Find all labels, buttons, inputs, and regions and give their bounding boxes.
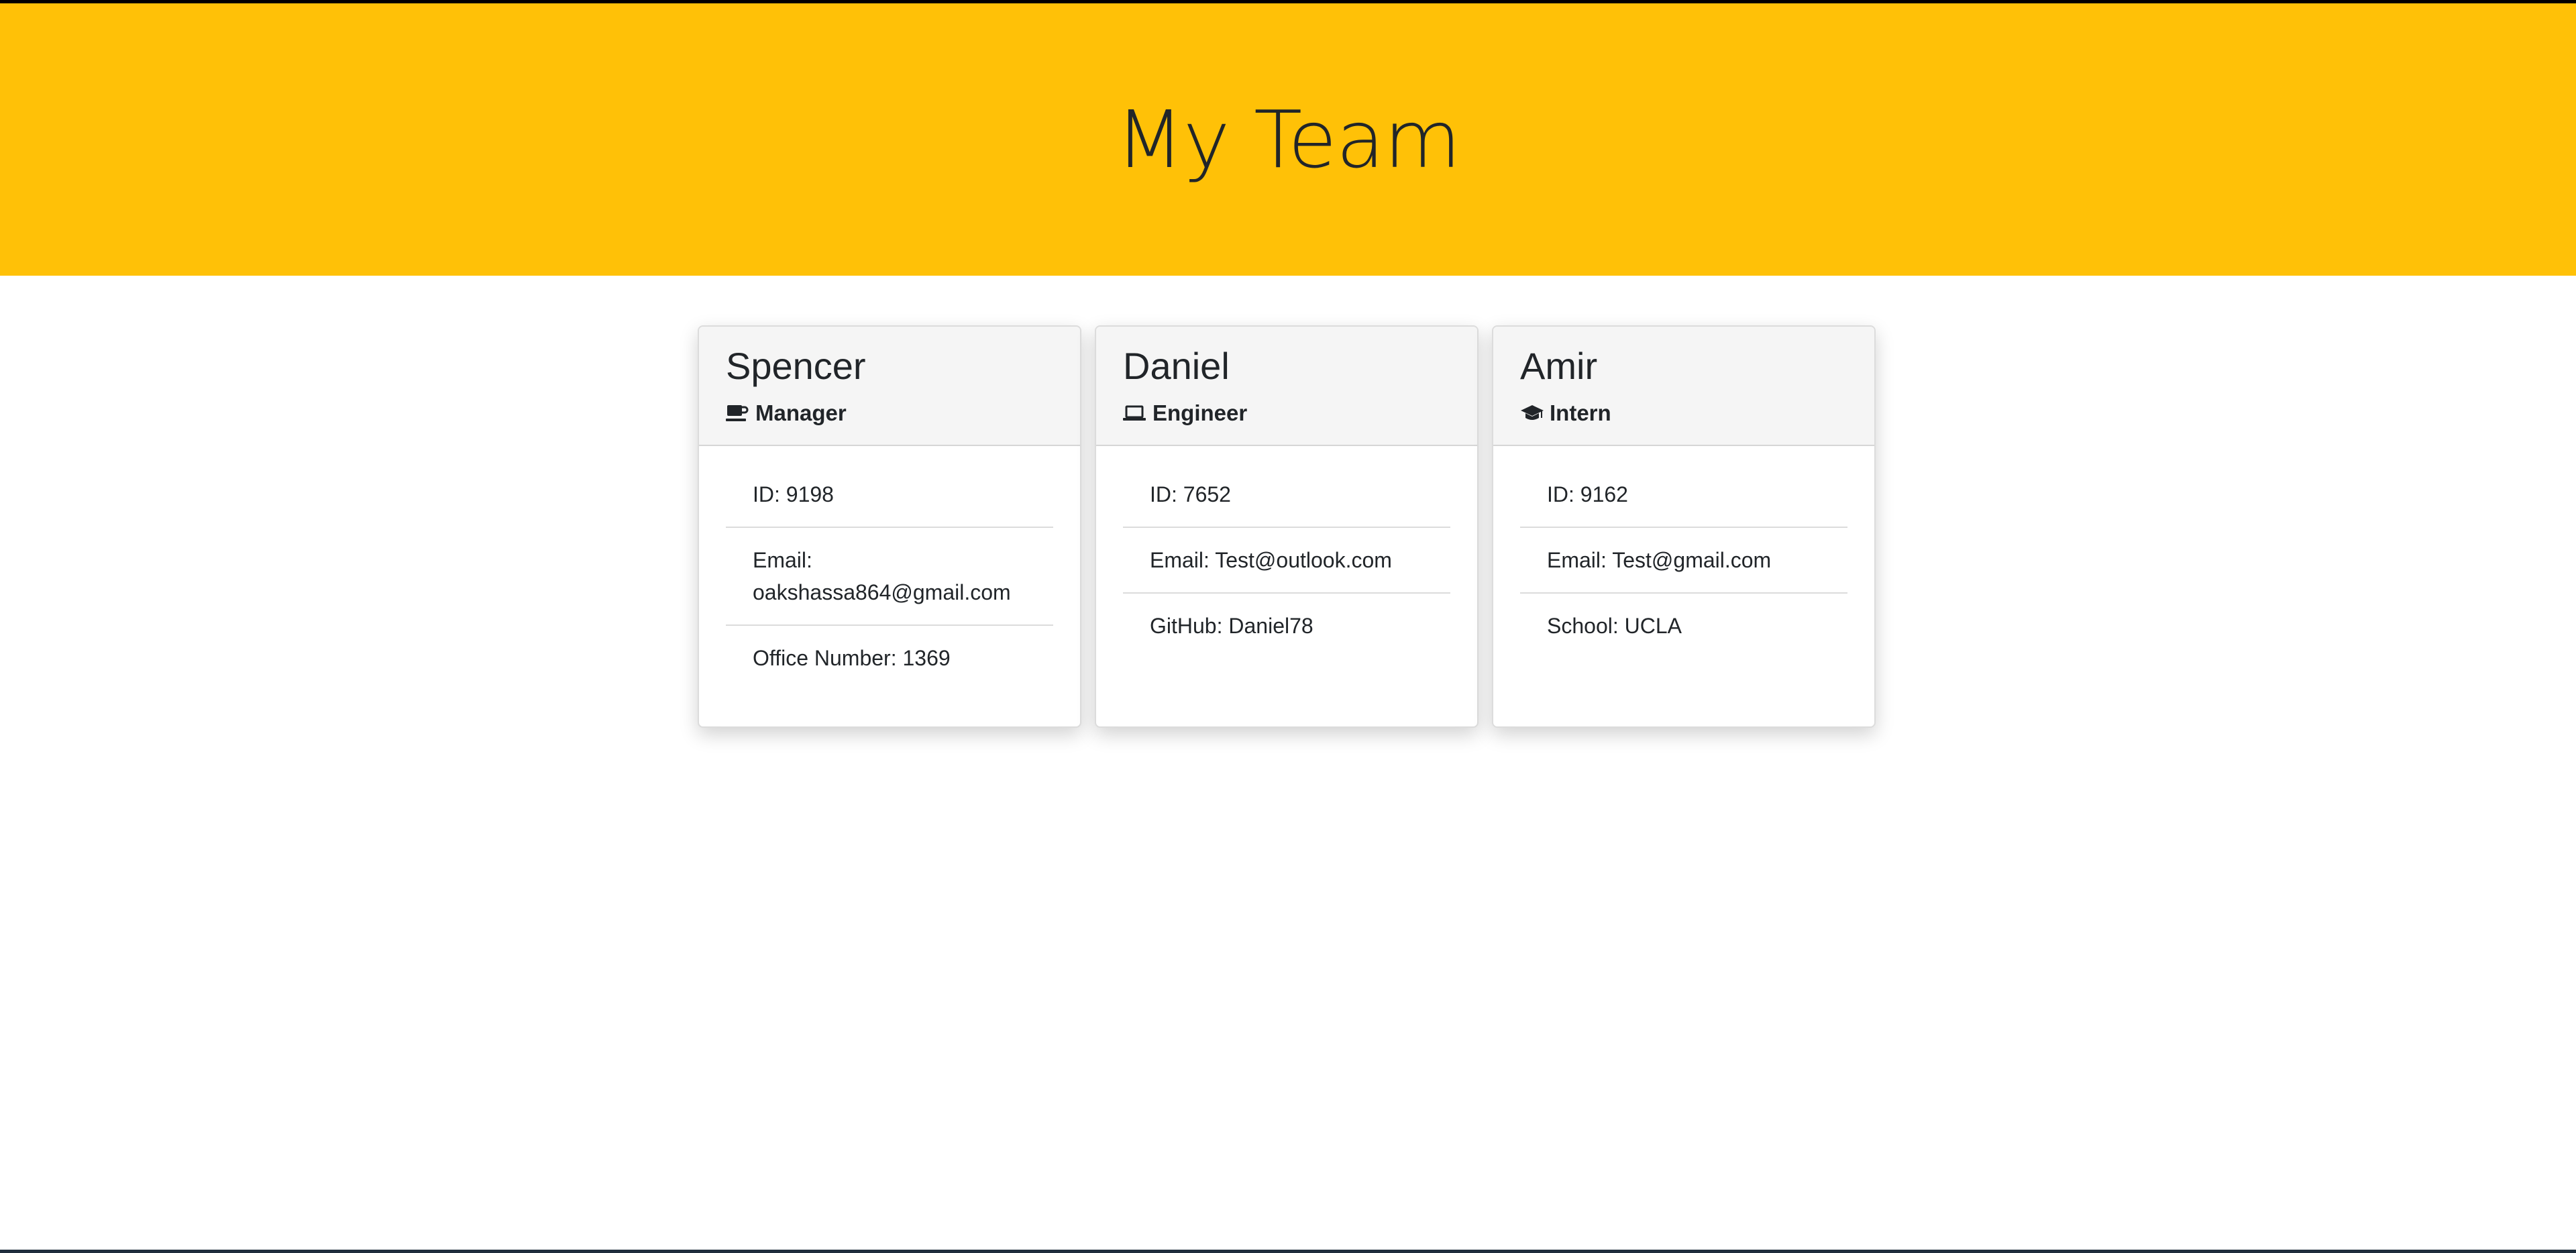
team-cards: Spencer Manager ID: 9198 Email: oakshass…: [698, 325, 1876, 728]
card-header: Daniel Engineer: [1096, 327, 1477, 446]
employee-id: ID: 9198: [726, 478, 1053, 528]
employee-name: Amir: [1520, 345, 1598, 387]
employee-email[interactable]: Email: Test@outlook.com: [1123, 528, 1450, 594]
employee-school: School: UCLA: [1547, 614, 1682, 638]
employee-role: Engineer: [1123, 400, 1450, 426]
employee-email[interactable]: Email: oakshassa864@gmail.com: [726, 528, 1053, 626]
page-title: My Team: [1115, 93, 1461, 186]
employee-github[interactable]: GitHub: Daniel78: [1123, 594, 1450, 658]
role-label: Engineer: [1152, 400, 1248, 425]
page-header: My Team: [0, 3, 2576, 276]
role-label: Intern: [1550, 400, 1611, 425]
employee-office-number: Office Number: 1369: [753, 646, 951, 670]
role-label: Manager: [755, 400, 847, 425]
employee-card-manager: Spencer Manager ID: 9198 Email: oakshass…: [698, 325, 1081, 728]
card-header: Amir Intern: [1493, 327, 1874, 446]
employee-id: ID: 7652: [1123, 478, 1450, 528]
employee-role: Intern: [1520, 400, 1847, 426]
laptop-icon: [1123, 403, 1146, 423]
coffee-mug-icon: [726, 403, 749, 423]
card-header: Spencer Manager: [699, 327, 1080, 446]
employee-card-engineer: Daniel Engineer ID: 7652 Email: Test@out…: [1095, 325, 1479, 728]
employee-name: Spencer: [726, 345, 866, 387]
employee-name: Daniel: [1123, 345, 1230, 387]
employee-card-intern: Amir Intern ID: 9162 Email: Test@gmail.c…: [1492, 325, 1876, 728]
card-body: ID: 9162 Email: Test@gmail.com School: U…: [1493, 446, 1874, 658]
employee-email[interactable]: Email: Test@gmail.com: [1520, 528, 1847, 594]
employee-id: ID: 9162: [1520, 478, 1847, 528]
employee-role: Manager: [726, 400, 1053, 426]
card-body: ID: 7652 Email: Test@outlook.com GitHub:…: [1096, 446, 1477, 658]
bottom-edge-bar: [0, 1250, 2576, 1253]
card-body: ID: 9198 Email: oakshassa864@gmail.com O…: [699, 446, 1080, 690]
graduation-cap-icon: [1520, 403, 1544, 423]
